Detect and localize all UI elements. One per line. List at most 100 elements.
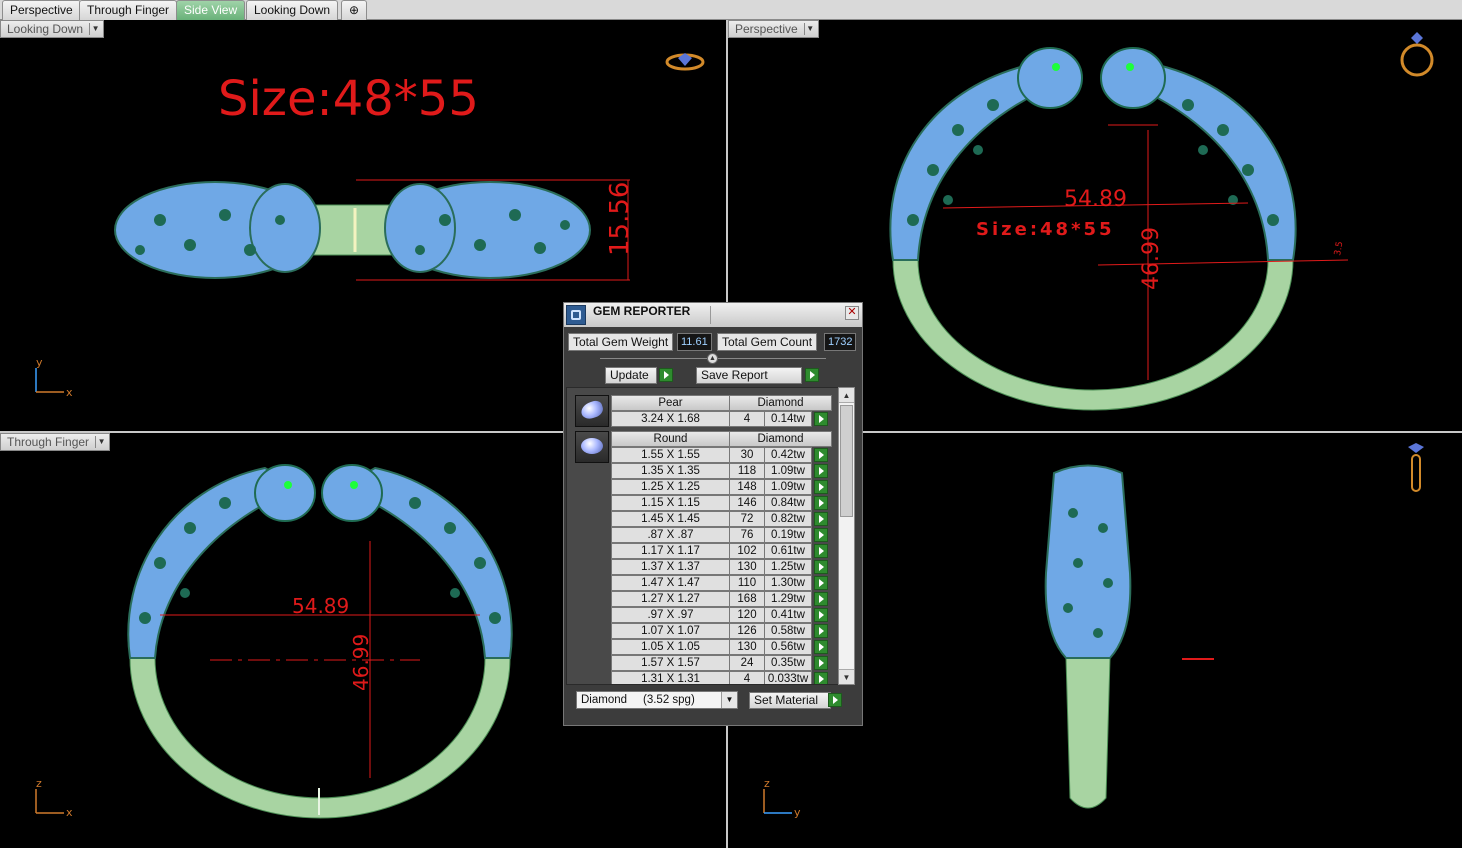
save-report-arrow-icon[interactable] — [805, 368, 819, 382]
gem-count: 110 — [729, 575, 765, 591]
set-material-button[interactable]: Set Material — [749, 692, 831, 709]
row-arrow-icon[interactable] — [814, 560, 828, 574]
set-material-arrow-icon[interactable] — [828, 693, 842, 707]
add-tab-button[interactable]: ⊕ — [341, 0, 367, 20]
view-tab-bar: Perspective Through Finger Side View Loo… — [0, 0, 1462, 20]
gem-size: 3.24 X 1.68 — [611, 411, 730, 427]
height-dimension-label: 15.56 — [605, 182, 635, 256]
title-divider — [710, 306, 711, 324]
gem-count: 130 — [729, 559, 765, 575]
gem-count: 130 — [729, 639, 765, 655]
gem-size: 1.45 X 1.45 — [611, 511, 730, 527]
material-header: Diamond — [729, 395, 832, 411]
material-header: Diamond — [729, 431, 832, 447]
gem-size: 1.27 X 1.27 — [611, 591, 730, 607]
plus-icon: ⊕ — [348, 3, 360, 17]
row-arrow-icon[interactable] — [814, 512, 828, 526]
gem-weight: 1.09tw — [764, 463, 812, 479]
axis-x-label: x — [66, 386, 73, 399]
pear-gem-icon — [575, 395, 609, 427]
dialog-titlebar[interactable]: GEM REPORTER ✕ — [564, 303, 862, 327]
close-icon[interactable]: ✕ — [845, 306, 859, 320]
gem-weight: 0.19tw — [764, 527, 812, 543]
gem-size: 1.35 X 1.35 — [611, 463, 730, 479]
row-arrow-icon[interactable] — [814, 448, 828, 462]
row-arrow-icon[interactable] — [814, 656, 828, 670]
gem-count: 76 — [729, 527, 765, 543]
tab-looking-down[interactable]: Looking Down — [246, 0, 339, 20]
total-gem-weight-label: Total Gem Weight — [568, 333, 674, 351]
gem-count: 24 — [729, 655, 765, 671]
gem-size: .87 X .87 — [611, 527, 730, 543]
gem-weight: 1.29tw — [764, 591, 812, 607]
row-arrow-icon[interactable] — [814, 464, 828, 478]
axis-z-label: z — [36, 777, 42, 790]
row-arrow-icon[interactable] — [814, 496, 828, 510]
gem-weight: 0.82tw — [764, 511, 812, 527]
gem-weight: 0.42tw — [764, 447, 812, 463]
gem-count: 102 — [729, 543, 765, 559]
update-button[interactable]: Update — [605, 367, 657, 384]
axis-y-label: y — [794, 806, 801, 819]
axis-y-label: y — [36, 356, 43, 369]
gem-list: Pear Diamond 3.24 X 1.68 4 0.14tw Round … — [566, 387, 843, 685]
ring-icon — [1400, 32, 1434, 77]
row-arrow-icon[interactable] — [814, 592, 828, 606]
chevron-down-icon[interactable]: ▼ — [89, 23, 101, 35]
gem-size: 1.31 X 1.31 — [611, 671, 730, 684]
ring-icon — [1408, 443, 1424, 492]
row-arrow-icon[interactable] — [814, 672, 828, 684]
gem-size: 1.17 X 1.17 — [611, 543, 730, 559]
axis-z-label: z — [764, 777, 770, 790]
gem-list-scrollbar[interactable]: ▲ ▼ — [838, 387, 855, 685]
chevron-down-icon[interactable]: ▼ — [721, 692, 737, 708]
gem-size: 1.15 X 1.15 — [611, 495, 730, 511]
tab-side-view[interactable]: Side View — [176, 0, 246, 20]
viewport-label-perspective[interactable]: Perspective ▼ — [728, 20, 819, 38]
collapse-knob-icon[interactable]: ▲ — [707, 353, 718, 364]
total-gem-count-value: 1732 — [824, 333, 857, 351]
height-dimension-label: 46.99 — [1139, 227, 1164, 290]
chevron-down-icon[interactable]: ▼ — [95, 436, 107, 448]
viewport-label-through-finger[interactable]: Through Finger ▼ — [0, 433, 111, 451]
save-report-button[interactable]: Save Report — [696, 367, 802, 384]
gem-count: 30 — [729, 447, 765, 463]
viewport-label-looking-down[interactable]: Looking Down ▼ — [0, 20, 105, 38]
row-arrow-icon[interactable] — [814, 412, 828, 426]
tab-through-finger[interactable]: Through Finger — [79, 0, 178, 20]
small-dimension-label: 3.5 — [1333, 241, 1345, 257]
tab-perspective[interactable]: Perspective — [2, 0, 81, 20]
bracelet-front-view — [127, 464, 513, 819]
scroll-up-icon[interactable]: ▲ — [839, 388, 854, 403]
scroll-down-icon[interactable]: ▼ — [839, 669, 854, 684]
gem-size: 1.05 X 1.05 — [611, 639, 730, 655]
row-arrow-icon[interactable] — [814, 640, 828, 654]
shape-header: Round — [611, 431, 730, 447]
gem-reporter-icon — [566, 305, 586, 325]
row-arrow-icon[interactable] — [814, 528, 828, 542]
width-dimension-label: 54.89 — [1064, 187, 1127, 212]
gem-size: 1.37 X 1.37 — [611, 559, 730, 575]
gem-size: .97 X .97 — [611, 607, 730, 623]
chevron-down-icon[interactable]: ▼ — [803, 23, 816, 35]
material-select[interactable]: Diamond (3.52 spg) ▼ — [576, 691, 738, 709]
row-arrow-icon[interactable] — [814, 608, 828, 622]
size-title-text: Size:48*55 — [218, 71, 479, 127]
gem-weight: 0.41tw — [764, 607, 812, 623]
gem-weight: 0.61tw — [764, 543, 812, 559]
round-gem-icon — [575, 431, 609, 463]
row-arrow-icon[interactable] — [814, 576, 828, 590]
gem-count: 148 — [729, 479, 765, 495]
gem-weight: 0.14tw — [764, 411, 812, 427]
gem-count: 118 — [729, 463, 765, 479]
row-arrow-icon[interactable] — [814, 624, 828, 638]
gem-count: 120 — [729, 607, 765, 623]
update-arrow-icon[interactable] — [659, 368, 673, 382]
height-dimension-label: 46.99 — [349, 634, 373, 691]
gem-weight: 0.58tw — [764, 623, 812, 639]
gem-weight: 0.84tw — [764, 495, 812, 511]
scroll-thumb[interactable] — [840, 405, 853, 517]
row-arrow-icon[interactable] — [814, 480, 828, 494]
row-arrow-icon[interactable] — [814, 544, 828, 558]
gem-size: 1.55 X 1.55 — [611, 447, 730, 463]
